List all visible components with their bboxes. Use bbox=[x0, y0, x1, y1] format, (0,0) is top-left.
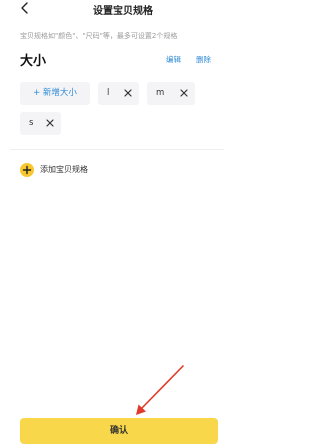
spec-settings-page: 设置宝贝规格 宝贝规格如"颜色"、"尺码"等，最多可设置2个规格 大小 编辑 删… bbox=[0, 0, 246, 448]
add-spec-value-button[interactable]: + 新增大小 bbox=[20, 82, 90, 105]
spec-hint-text: 宝贝规格如"颜色"、"尺码"等，最多可设置2个规格 bbox=[20, 32, 178, 40]
spec-value-chip: s bbox=[20, 112, 61, 135]
header: 设置宝贝规格 bbox=[0, 0, 246, 18]
plus-circle-icon bbox=[20, 163, 34, 177]
confirm-button[interactable]: 确认 bbox=[20, 418, 218, 444]
remove-value-button[interactable] bbox=[180, 89, 188, 97]
edit-spec-link[interactable]: 编辑 bbox=[166, 54, 181, 65]
close-icon bbox=[180, 89, 188, 97]
remove-value-button[interactable] bbox=[124, 89, 132, 97]
spec-name: 大小 bbox=[20, 54, 47, 69]
add-spec-button[interactable]: 添加宝贝规格 bbox=[20, 162, 140, 178]
page-title: 设置宝贝规格 bbox=[93, 6, 153, 17]
close-icon bbox=[124, 89, 132, 97]
spec-value-label: s bbox=[29, 118, 34, 128]
spec-value-label: m bbox=[156, 88, 165, 98]
add-spec-label: 添加宝贝规格 bbox=[40, 165, 88, 174]
close-icon bbox=[46, 119, 54, 127]
spec-value-chip: m bbox=[147, 82, 195, 105]
delete-spec-link[interactable]: 删除 bbox=[196, 54, 211, 65]
spec-value-chip: l bbox=[98, 82, 139, 105]
divider bbox=[10, 149, 224, 150]
spec-card: 大小 编辑 删除 + 新增大小 l m s bbox=[10, 42, 224, 147]
remove-value-button[interactable] bbox=[46, 119, 54, 127]
spec-value-label: l bbox=[107, 88, 110, 98]
